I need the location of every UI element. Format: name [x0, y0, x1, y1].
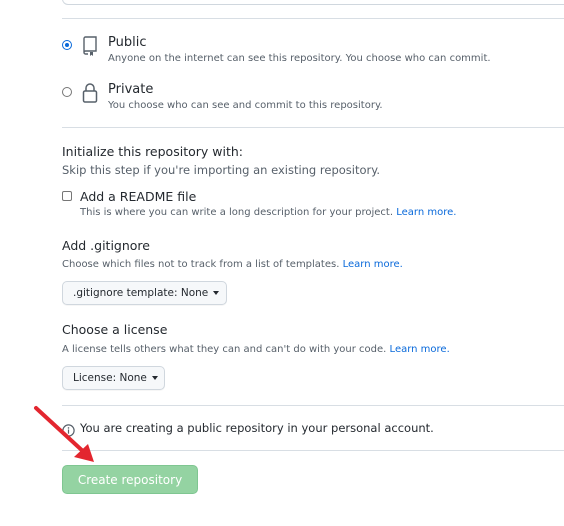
divider [62, 127, 564, 128]
public-label: Public [108, 35, 147, 50]
red-arrow-annotation [34, 406, 94, 462]
gitignore-description-text: Choose which files not to track from a l… [62, 259, 340, 270]
license-learn-more-link[interactable]: Learn more. [390, 344, 450, 355]
public-description: Anyone on the internet can see this repo… [108, 53, 491, 64]
private-label: Private [108, 82, 154, 97]
license-description: A license tells others what they can and… [62, 344, 450, 355]
caret-down-icon [213, 291, 220, 295]
readme-checkbox[interactable] [62, 191, 72, 201]
gitignore-dropdown-label: .gitignore template: None [73, 287, 209, 299]
gitignore-learn-more-link[interactable]: Learn more. [343, 259, 403, 270]
license-dropdown[interactable]: License: None [62, 366, 165, 390]
readme-description-text: This is where you can write a long descr… [80, 207, 394, 218]
readme-learn-more-link[interactable]: Learn more. [396, 207, 456, 218]
license-description-text: A license tells others what they can and… [62, 344, 387, 355]
divider [62, 18, 564, 19]
gitignore-description: Choose which files not to track from a l… [62, 259, 403, 270]
gitignore-title: Add .gitignore [62, 238, 150, 253]
caret-down-icon [151, 376, 158, 380]
lock-icon [81, 82, 99, 108]
initialize-title: Initialize this repository with: [62, 144, 243, 159]
gitignore-template-dropdown[interactable]: .gitignore template: None [62, 281, 227, 305]
public-repo-notice: You are creating a public repository in … [80, 421, 434, 435]
private-description: You choose who can see and commit to thi… [108, 100, 383, 111]
private-radio[interactable] [62, 87, 72, 97]
readme-label: Add a README file [80, 189, 197, 204]
license-title: Choose a license [62, 322, 168, 337]
initialize-subtitle: Skip this step if you're importing an ex… [62, 163, 381, 177]
repository-name-box-bottom [62, 0, 564, 5]
license-dropdown-label: License: None [73, 372, 147, 384]
divider [62, 450, 564, 451]
public-radio[interactable] [62, 40, 72, 50]
readme-description: This is where you can write a long descr… [80, 207, 456, 218]
repo-icon [81, 36, 99, 60]
create-repository-button[interactable]: Create repository [62, 465, 198, 494]
divider [62, 405, 564, 406]
